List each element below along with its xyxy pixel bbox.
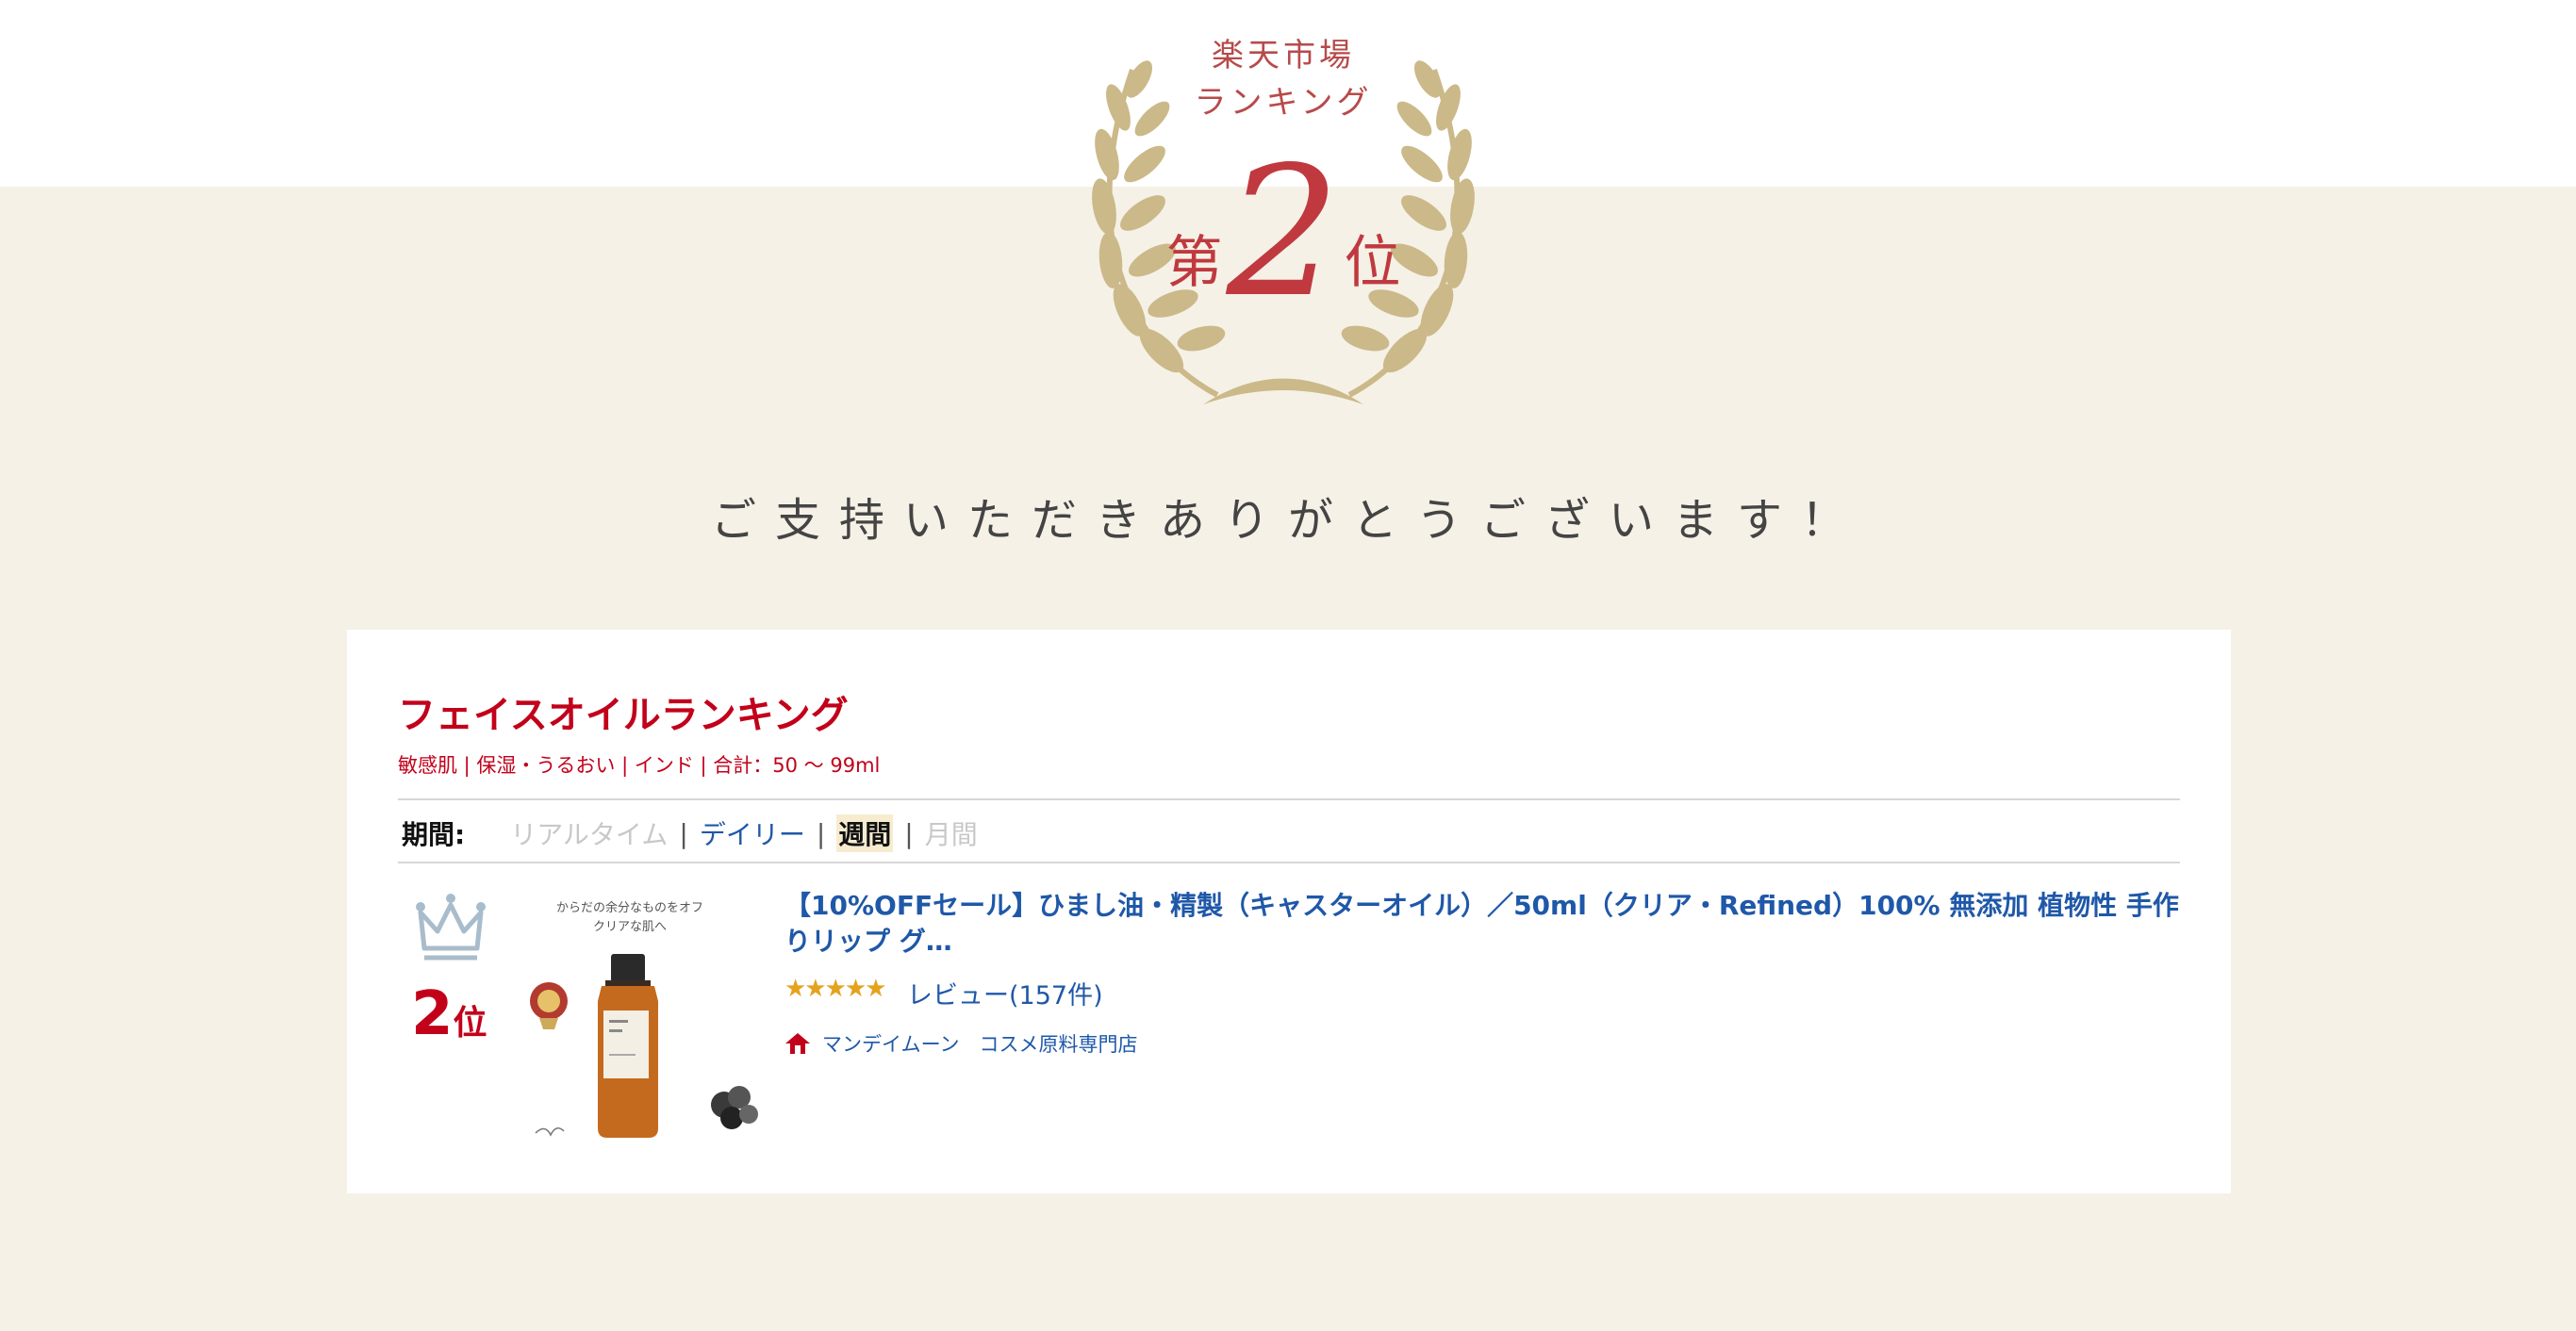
- divider: [398, 798, 2180, 800]
- item-rank-number: 2: [411, 979, 454, 1049]
- ranking-categories: 敏感肌 | 保湿・うるおい | インド | 合計：50 ～ 99ml: [398, 754, 881, 777]
- badge-rank: 第 2 位: [1062, 128, 1505, 337]
- shop-house-icon: [785, 1033, 810, 1054]
- badge-rank-suffix: 位: [1344, 230, 1401, 296]
- star-rating-icon: ★★★★★: [784, 975, 887, 1003]
- badge-rank-number: 2: [1226, 128, 1341, 337]
- badge-rank-prefix: 第: [1165, 230, 1223, 296]
- period-daily-link[interactable]: デイリー: [700, 814, 805, 852]
- oil-bottle-illustration: [530, 954, 758, 1138]
- badge-store-name: 楽天市場: [1212, 37, 1355, 74]
- review-count-link[interactable]: レビュー(157件): [907, 975, 1103, 1011]
- shop-link[interactable]: マンデイムーン コスメ原料専門店: [784, 1029, 1138, 1058]
- badge-ranking-label: ランキング: [1194, 84, 1373, 122]
- crown-icon: [416, 894, 486, 961]
- item-rank-unit: 位: [453, 1004, 487, 1043]
- period-selector: 期間: リアルタイム | デイリー | 週間 | 月間: [402, 814, 978, 852]
- product-title-link[interactable]: 【10%OFFセール】ひまし油・精製（キャスターオイル）／50ml（クリア・Re…: [784, 888, 2180, 960]
- shop-name[interactable]: マンデイムーン コスメ原料専門店: [822, 1029, 1138, 1058]
- period-monthly: 月間: [924, 819, 978, 850]
- ranking-card: フェイスオイルランキング 敏感肌 | 保湿・うるおい | インド | 合計：50…: [347, 630, 2231, 1193]
- product-image[interactable]: からだの余分なものをオフ クリアな肌へ: [526, 888, 771, 1152]
- item-rank: 2位: [411, 977, 487, 1067]
- period-label: 期間:: [402, 819, 466, 850]
- period-weekly-active: 週間: [836, 814, 894, 852]
- period-realtime: リアルタイム: [510, 819, 669, 850]
- ranking-badge: 楽天市場 ランキング 第 2 位: [1062, 13, 1505, 419]
- thanks-message: ご支持いただきありがとうございます！: [710, 494, 1865, 547]
- ranking-title[interactable]: フェイスオイルランキング: [398, 684, 849, 739]
- period-separator: |: [904, 817, 914, 849]
- period-separator: |: [679, 817, 688, 849]
- period-separator: |: [816, 817, 826, 849]
- divider: [398, 862, 2180, 863]
